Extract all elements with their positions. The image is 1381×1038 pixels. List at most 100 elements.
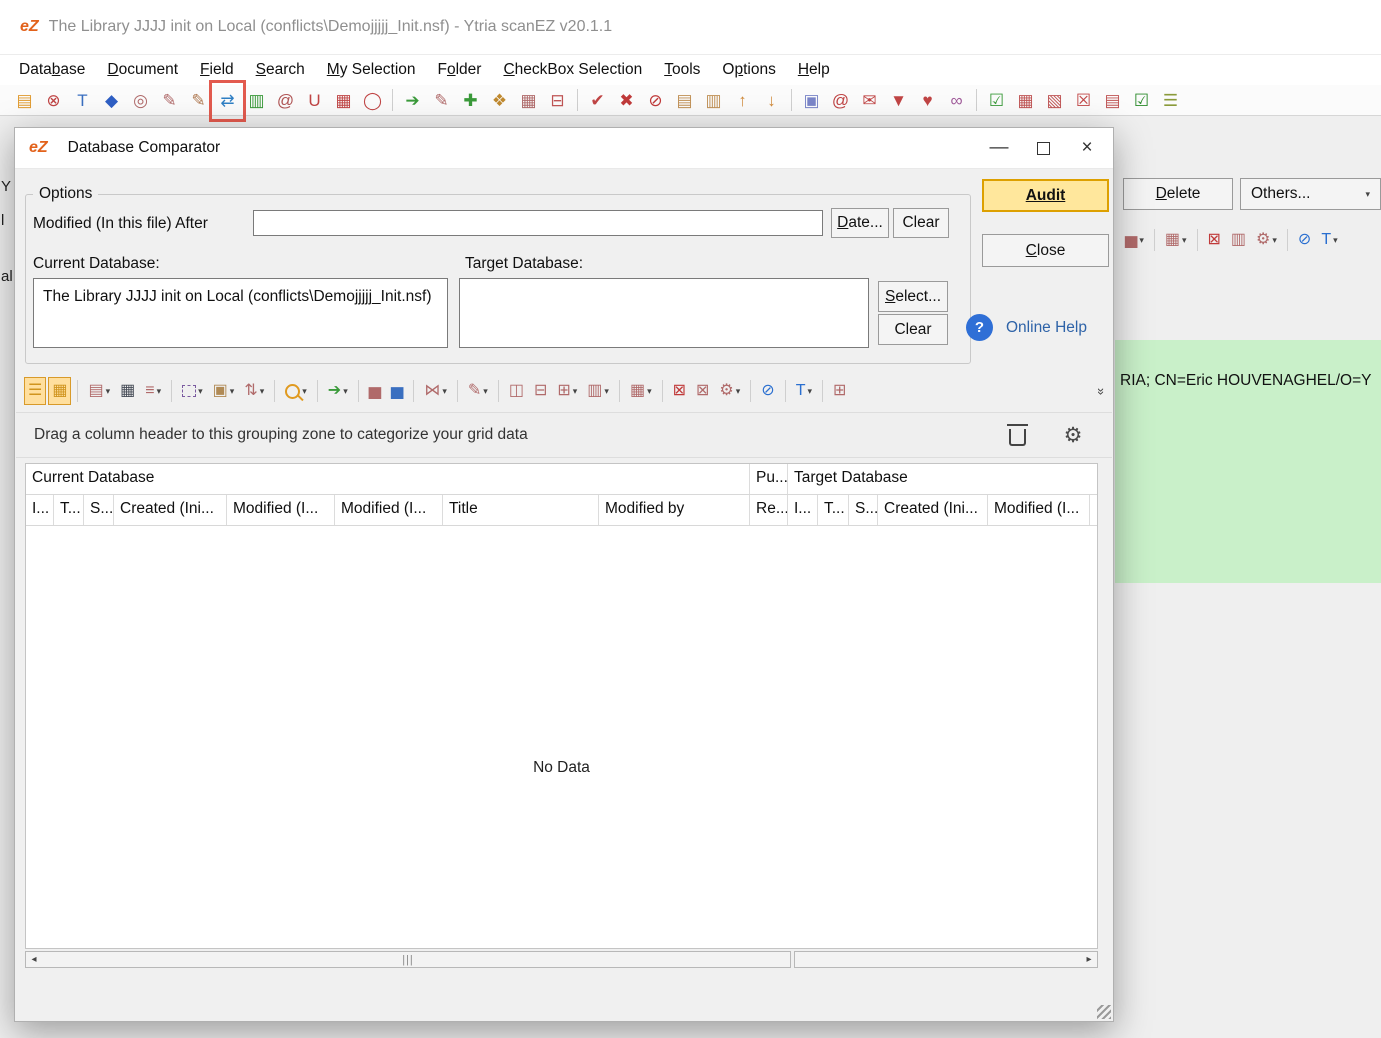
grid-column-header-modified-i[interactable]: Modified (I... <box>227 495 335 525</box>
audit-button[interactable]: Audit <box>982 179 1109 212</box>
list-view-button[interactable]: ☰ <box>24 377 46 405</box>
table-star-button[interactable]: ❖ <box>485 87 514 113</box>
database-comparator-button[interactable]: ⇄ <box>213 87 242 113</box>
grid-column-header-created-ini[interactable]: Created (Ini... <box>114 495 227 525</box>
promote-selection-button[interactable]: ↑ <box>728 87 757 113</box>
close-button-x[interactable]: × <box>1065 132 1109 164</box>
split-columns-button[interactable]: ⋈▾ <box>420 377 451 405</box>
scroll-right-arrow-icon[interactable]: ▸ <box>1081 952 1097 967</box>
horizontal-scrollbar-left[interactable]: ◂ ||| <box>25 951 791 968</box>
clear-target-button[interactable]: Clear <box>878 314 948 345</box>
minimize-button[interactable]: — <box>977 132 1021 164</box>
demote-selection-button[interactable]: ↓ <box>757 87 786 113</box>
add-grid-button[interactable]: ⊞ <box>829 377 850 405</box>
copy-button[interactable]: ▣▾ <box>209 377 239 405</box>
sort-button[interactable]: ⇅▾ <box>240 377 268 405</box>
date-button[interactable]: Date... <box>831 208 889 238</box>
clipboard-check-button[interactable]: ▤ <box>670 87 699 113</box>
envelope-button[interactable]: ✉ <box>855 87 884 113</box>
pivot-table-button[interactable]: ▦▾ <box>626 377 656 405</box>
scrollbar-grip-icon[interactable]: ||| <box>402 954 414 966</box>
reload-button[interactable]: ⊘ <box>1294 226 1315 254</box>
clear-date-button[interactable]: Clear <box>893 208 949 238</box>
export-button[interactable]: ➔▾ <box>324 377 352 405</box>
freeze-columns-button[interactable]: ◫ <box>505 377 528 405</box>
grid-tools-button[interactable]: ⚙▾ <box>715 377 744 405</box>
grid-column-header-title[interactable]: Title <box>443 495 599 525</box>
delete-document-button[interactable]: ⊟ <box>543 87 572 113</box>
maximize-button[interactable] <box>1021 132 1065 164</box>
band-grid-button[interactable]: ▥ <box>1227 226 1250 254</box>
grouping-button[interactable]: ▤▾ <box>84 377 114 405</box>
close-button[interactable]: Close <box>982 234 1109 267</box>
checkbox-list-button[interactable]: ☰ <box>1156 87 1185 113</box>
mail-at-button[interactable]: @ <box>826 87 855 113</box>
uncheck-documents-button[interactable]: ✖ <box>612 87 641 113</box>
row-filter-button[interactable]: ≡▾ <box>141 377 165 405</box>
close-database-button[interactable]: ⊗ <box>39 87 68 113</box>
chart-export-button[interactable]: ▅ <box>387 377 407 405</box>
grid-group-header-pu[interactable]: Pu... <box>750 464 788 494</box>
others-dropdown-button[interactable]: Others... ▾ <box>1240 178 1381 210</box>
grid-column-header-t[interactable]: T... <box>54 495 84 525</box>
summary-chart-button[interactable]: ▅▾ <box>1121 226 1148 254</box>
profile-documents-button[interactable]: ▦ <box>329 87 358 113</box>
menu-options[interactable]: Options <box>711 57 786 83</box>
text-format-button[interactable]: T▾ <box>1317 226 1341 254</box>
edit-document-button[interactable]: ✎ <box>427 87 456 113</box>
dialog-titlebar[interactable]: eZ Database Comparator — × <box>15 128 1113 169</box>
grid-group-header-current-database[interactable]: Current Database <box>26 464 750 494</box>
text-format-button[interactable]: T▾ <box>792 377 816 405</box>
imi-button[interactable]: ▥ <box>242 87 271 113</box>
grid-column-header-created-ini[interactable]: Created (Ini... <box>878 495 988 525</box>
go-to-button[interactable]: ◆ <box>97 87 126 113</box>
menu-tools[interactable]: Tools <box>653 57 711 83</box>
grouping-zone[interactable]: Drag a column header to this grouping zo… <box>16 412 1112 458</box>
menu-document[interactable]: Document <box>96 57 189 83</box>
remove-grid-button[interactable]: ⊠ <box>1204 226 1225 254</box>
horizontal-scrollbar-right[interactable]: ▸ <box>794 951 1098 968</box>
band-columns-button[interactable]: ⊞▾ <box>553 377 581 405</box>
grid-column-header-modified-i[interactable]: Modified (I... <box>1090 495 1098 525</box>
reload-button[interactable]: ⊘ <box>757 377 778 405</box>
chart-button[interactable]: ▅ <box>365 377 385 405</box>
at-mail-button[interactable]: @ <box>271 87 300 113</box>
remove-grid-button[interactable]: ⊠ <box>669 377 690 405</box>
menu-folder[interactable]: Folder <box>427 57 493 83</box>
open-database-button[interactable]: ▤ <box>10 87 39 113</box>
exclude-documents-button[interactable]: ⊘ <box>641 87 670 113</box>
resize-grip[interactable] <box>1097 1005 1111 1019</box>
grid-window-button[interactable]: ▣ <box>797 87 826 113</box>
scroll-left-arrow-icon[interactable]: ◂ <box>26 952 42 967</box>
checkbox-uncheck-all-button[interactable]: ☒ <box>1069 87 1098 113</box>
grid-display-button[interactable]: ▦▾ <box>1161 226 1191 254</box>
delete-grouping-button[interactable] <box>1004 422 1030 448</box>
scan-button[interactable]: ◯ <box>358 87 387 113</box>
grid-group-header-target-database[interactable]: Target Database <box>788 464 1098 494</box>
grid-column-header-s[interactable]: S... <box>849 495 878 525</box>
freeze-rows-button[interactable]: ⊟ <box>530 377 551 405</box>
unid-button[interactable]: U <box>300 87 329 113</box>
checkbox-document-button[interactable]: ▤ <box>1098 87 1127 113</box>
grid-column-header-modified-i[interactable]: Modified (I... <box>335 495 443 525</box>
agent-heart-button[interactable]: ♥ <box>913 87 942 113</box>
grid-column-header-s[interactable]: S... <box>84 495 114 525</box>
clear-grid-button[interactable]: ⊠ <box>692 377 713 405</box>
checkbox-grid-button[interactable]: ▦ <box>1011 87 1040 113</box>
menu-help[interactable]: Help <box>787 57 841 83</box>
toolbar-overflow-button[interactable]: » <box>1095 378 1109 404</box>
clipboard-copy-button[interactable]: ▥ <box>699 87 728 113</box>
document-analyzer-button[interactable]: ✎ <box>155 87 184 113</box>
values-button[interactable]: ▦ <box>116 377 139 405</box>
select-target-button[interactable]: Select... <box>878 281 948 312</box>
grid-view-button[interactable]: ▦ <box>48 377 71 405</box>
table-edit-button[interactable]: ▦ <box>514 87 543 113</box>
checkbox-table-button[interactable]: ▧ <box>1040 87 1069 113</box>
grid-column-header-i[interactable]: I... <box>26 495 54 525</box>
search-button[interactable]: ▾ <box>281 377 311 405</box>
search-documents-button[interactable]: ◎ <box>126 87 155 113</box>
title-options-button[interactable]: T <box>68 87 97 113</box>
delete-button[interactable]: Delete <box>1123 178 1233 210</box>
grid-tools-button[interactable]: ⚙▾ <box>1252 226 1281 254</box>
checkbox-apply-button[interactable]: ☑ <box>1127 87 1156 113</box>
